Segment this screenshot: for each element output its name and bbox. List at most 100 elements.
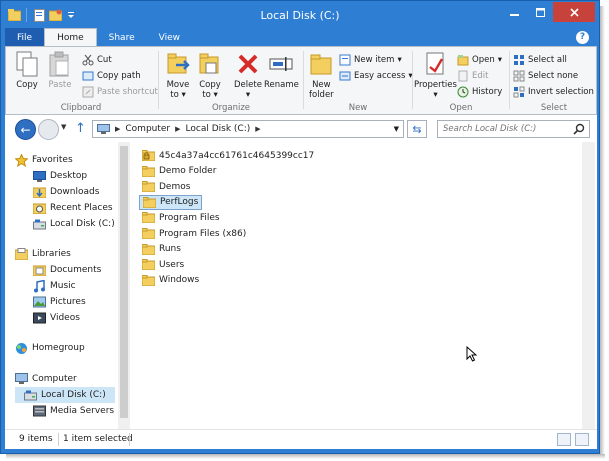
recent-places-icon [33, 202, 46, 214]
computer-icon [97, 123, 110, 134]
sidebar-item-libraries[interactable]: Libraries [15, 246, 71, 262]
sidebar-item-homegroup[interactable]: Homegroup [15, 340, 85, 356]
back-button[interactable]: ← [15, 119, 36, 140]
sidebar-item-label: Pictures [50, 297, 86, 307]
address-bar[interactable]: ▶ Computer ▶ Local Disk (C:) ▶ ▼ [92, 120, 404, 138]
locked-folder-icon [142, 150, 155, 161]
file-row[interactable]: PerfLogs [139, 194, 203, 210]
move-to-button[interactable]: Move to ▾ [166, 51, 190, 100]
help-icon[interactable]: ? [576, 31, 589, 44]
tab-file[interactable]: File [5, 28, 45, 47]
sidebar-item-label: Music [50, 281, 76, 291]
history-button[interactable]: History [457, 85, 502, 99]
properties-label: Properties [414, 80, 457, 90]
sidebar-item-favorites[interactable]: Favorites [15, 152, 73, 168]
title-bar: Local Disk (C:) [1, 1, 599, 31]
file-list-scrollbar[interactable] [582, 142, 595, 429]
move-to-icon [166, 51, 190, 77]
tab-view[interactable]: View [147, 28, 192, 47]
file-name: Demos [159, 181, 191, 192]
properties-button[interactable]: Properties ▾ [414, 51, 457, 100]
new-group: New folder New item ▾ Easy access ▾ New [305, 49, 413, 114]
invert-selection-button[interactable]: Invert selection [513, 85, 594, 99]
sidebar-item-label: Local Disk (C:) [41, 390, 106, 400]
copy-path-button[interactable]: Copy path [82, 69, 141, 83]
sidebar-item-local-disk-c[interactable]: Local Disk (C:) [15, 387, 115, 403]
copy-path-icon [82, 71, 94, 81]
cut-button[interactable]: Cut [82, 53, 112, 67]
search-box[interactable] [437, 120, 590, 138]
breadcrumb-computer[interactable]: Computer [125, 124, 170, 134]
scrollbar-thumb[interactable] [120, 146, 128, 418]
rename-button[interactable]: Rename [264, 51, 299, 90]
file-row[interactable]: Demos [139, 179, 193, 194]
sidebar-item-desktop[interactable]: Desktop [33, 168, 87, 184]
new-folder-button[interactable]: New folder [309, 51, 334, 100]
sidebar-item-downloads[interactable]: Downloads [33, 184, 99, 200]
sidebar-item-label: Favorites [32, 155, 73, 165]
file-name: Program Files (x86) [159, 228, 247, 239]
desktop-icon [33, 170, 46, 182]
refresh-button[interactable]: ⇆ [407, 120, 427, 138]
rename-label: Rename [264, 80, 299, 90]
status-bar: 9 items 1 item selected [5, 429, 597, 449]
recent-locations-chevron-icon[interactable]: ▼ [61, 123, 66, 131]
search-input[interactable] [443, 124, 571, 134]
edit-icon [458, 70, 468, 82]
large-icons-view-icon[interactable] [575, 433, 589, 446]
paste-button[interactable]: Paste [48, 51, 72, 90]
tab-home[interactable]: Home [44, 28, 97, 47]
ribbon-tabs: File Home Share View [5, 28, 192, 47]
delete-button[interactable]: Delete ▾ [234, 51, 262, 100]
new-item-button[interactable]: New item ▾ [339, 53, 402, 67]
sidebar-item-label: Libraries [32, 249, 71, 259]
navigation-pane-scrollbar[interactable] [118, 142, 130, 429]
forward-button[interactable] [38, 119, 59, 140]
sidebar-item-documents[interactable]: Documents [33, 262, 101, 278]
move-to-label: to ▾ [170, 90, 186, 100]
easy-access-button[interactable]: Easy access ▾ [339, 69, 413, 83]
tab-share[interactable]: Share [97, 28, 147, 47]
file-row[interactable]: Users [139, 257, 187, 272]
select-group-label: Select [540, 103, 568, 113]
sidebar-item-media-servers[interactable]: Media Servers [33, 403, 114, 419]
file-row[interactable]: Windows [139, 273, 202, 288]
pictures-icon [33, 296, 46, 308]
folder-icon [142, 181, 155, 193]
file-row[interactable]: Program Files (x86) [139, 226, 249, 241]
address-history-chevron-icon[interactable]: ▼ [394, 125, 399, 133]
window-shadow [6, 454, 605, 459]
select-none-button[interactable]: Select none [513, 69, 578, 83]
close-button[interactable] [553, 2, 595, 22]
sidebar-item-pictures[interactable]: Pictures [33, 294, 86, 310]
breadcrumb-separator-icon[interactable]: ▶ [255, 125, 260, 133]
sidebar-item-computer[interactable]: Computer [15, 371, 77, 387]
select-all-icon [514, 55, 524, 65]
sidebar-item-music[interactable]: Music [33, 278, 76, 294]
invert-selection-icon [513, 86, 525, 98]
sidebar-item-recent-places[interactable]: Recent Places [33, 200, 113, 216]
file-row[interactable]: Program Files [139, 210, 223, 225]
details-view-icon[interactable] [557, 433, 571, 446]
open-button[interactable]: Open ▾ [457, 53, 502, 67]
paste-shortcut-button[interactable]: Paste shortcut [82, 85, 158, 99]
breadcrumb-separator-icon[interactable]: ▶ [175, 125, 180, 133]
chevron-down-icon: ▾ [245, 90, 251, 100]
file-row[interactable]: Runs [139, 242, 184, 257]
sidebar-item-local-disk-c[interactable]: Local Disk (C:) [33, 216, 115, 232]
maximize-button[interactable] [527, 2, 553, 22]
breadcrumb-local-disk[interactable]: Local Disk (C:) [186, 124, 251, 134]
breadcrumb-separator-icon[interactable]: ▶ [115, 125, 120, 133]
copy-button[interactable]: Copy [15, 51, 39, 90]
edit-button[interactable]: Edit [457, 69, 488, 83]
file-row[interactable]: 45c4a37a4cc61761c4645399cc17 [139, 148, 317, 163]
file-name: 45c4a37a4cc61761c4645399cc17 [159, 150, 315, 161]
copy-to-button[interactable]: Copy to ▾ [198, 51, 222, 100]
file-row[interactable]: Demo Folder [139, 164, 219, 179]
minimize-button[interactable] [501, 2, 527, 22]
select-all-button[interactable]: Select all [513, 53, 567, 67]
sidebar-item-videos[interactable]: Videos [33, 310, 80, 326]
up-arrow-icon[interactable]: ↑ [75, 121, 86, 136]
group-divider [412, 51, 413, 109]
search-icon[interactable] [573, 123, 585, 135]
